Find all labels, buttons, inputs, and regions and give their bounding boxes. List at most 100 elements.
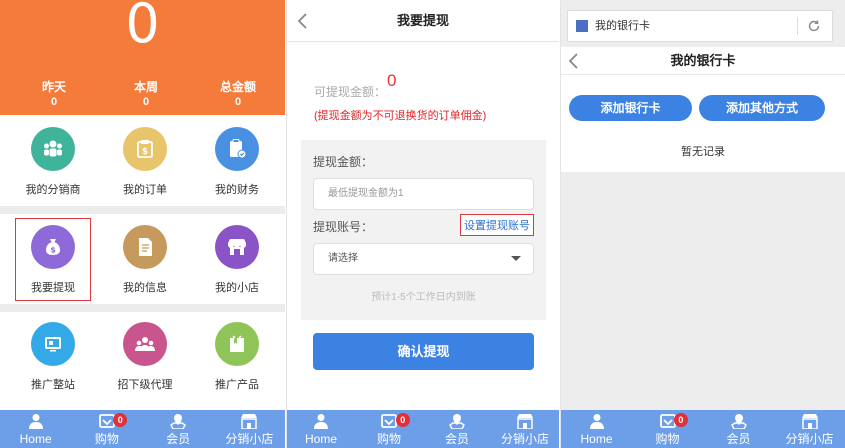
cart-badge: 0 <box>395 413 410 427</box>
menu-label: 我的分销商 <box>25 184 81 196</box>
nav-label: Home <box>580 432 613 446</box>
account-label: 提现账号： <box>313 220 374 234</box>
confirm-withdraw-button[interactable]: 确认提现 <box>313 333 534 370</box>
order-icon: $ <box>123 127 167 171</box>
menu-label: 我的信息 <box>123 282 167 294</box>
bottom-nav: Home 0 购物 会员 分销小店 <box>287 410 559 448</box>
withdraw-panel: 我要提现 可提现金额： 0 (提现金额为不可退换货的订单佣金) 提现金额： 最低… <box>286 0 559 448</box>
nav-member[interactable]: 会员 <box>423 410 491 448</box>
bottom-nav: Home 0 购物 会员 分销小店 <box>0 410 285 448</box>
nav-label: 会员 <box>726 432 751 446</box>
page-title: 我要提现 <box>396 13 449 28</box>
available-label: 可提现金额： <box>314 85 387 99</box>
nav-label: 购物 <box>94 432 119 446</box>
menu-label: 我的小店 <box>215 282 259 294</box>
address-text: 我的银行卡 <box>595 20 650 32</box>
reload-icon[interactable] <box>806 18 822 34</box>
arrival-hint: 预计1-5个工作日内到账 <box>371 292 476 303</box>
gift-icon <box>215 322 259 366</box>
menu-label: 推广产品 <box>215 379 259 391</box>
set-account-link[interactable]: 设置提现账号 <box>460 214 534 236</box>
account-select[interactable]: 请选择 <box>313 243 534 275</box>
nav-member[interactable]: 会员 <box>703 410 774 448</box>
menu-label: 推广整站 <box>31 379 75 391</box>
home-icon <box>28 414 43 429</box>
select-value: 请选择 <box>328 253 358 264</box>
nav-store[interactable]: 分销小店 <box>491 410 559 448</box>
member-icon <box>449 414 465 429</box>
menu-my-info[interactable]: 我的信息 <box>100 225 190 295</box>
nav-shopping[interactable]: 0 购物 <box>355 410 423 448</box>
total-earnings-value: 0 <box>125 0 160 55</box>
amount-label: 提现金额： <box>313 155 374 169</box>
withdraw-form: 提现金额： 最低提现金额为1 提现账号： 设置提现账号 请选择 预计1-5个工作… <box>301 140 546 320</box>
nav-shopping[interactable]: 0 购物 <box>71 410 142 448</box>
home-icon <box>314 414 328 429</box>
store-icon <box>801 414 818 429</box>
menu-promote-products[interactable]: 推广产品 <box>192 322 282 392</box>
distribution-center-panel: 0 昨天 0 本周 0 总金额 0 我的分销商 $ 我的订单 我的财务 $ 我要… <box>0 0 285 448</box>
nav-label: 购物 <box>655 432 680 446</box>
menu-my-orders[interactable]: $ 我的订单 <box>100 127 190 197</box>
member-icon <box>170 414 187 429</box>
page-title: 我的银行卡 <box>670 53 736 68</box>
nav-home[interactable]: Home <box>287 410 355 448</box>
nav-home[interactable]: Home <box>0 410 71 448</box>
menu-my-finance[interactable]: 我的财务 <box>192 127 282 197</box>
cart-badge: 0 <box>673 413 688 427</box>
menu-label: 我的财务 <box>215 184 259 196</box>
stat-total: 总金额 0 <box>198 80 278 109</box>
store-icon <box>241 414 258 429</box>
nav-store[interactable]: 分销小店 <box>774 410 845 448</box>
screen-icon <box>31 322 75 366</box>
highlight-box <box>15 218 91 301</box>
stat-this-week: 本周 0 <box>106 80 186 109</box>
menu-my-shop[interactable]: 我的小店 <box>192 225 282 295</box>
people-icon <box>31 127 75 171</box>
site-icon <box>576 20 588 32</box>
nav-label: 分销小店 <box>225 432 274 446</box>
earnings-header: 0 昨天 0 本周 0 总金额 0 <box>0 0 285 115</box>
stat-label: 总金额 <box>219 80 256 94</box>
nav-label: Home <box>304 432 337 446</box>
stat-value: 0 <box>50 96 58 108</box>
bank-card-content: 我的银行卡 添加银行卡 添加其他方式 暂无记录 <box>561 47 845 172</box>
bottom-nav: Home 0 购物 会员 分销小店 <box>561 410 845 448</box>
menu-label: 我的订单 <box>123 184 167 196</box>
stat-label: 本周 <box>133 80 158 94</box>
bank-card-panel: 我的银行卡 我的银行卡 添加银行卡 添加其他方式 暂无记录 Home 0 购物 … <box>560 0 845 448</box>
withdraw-note: (提现金额为不可退换货的订单佣金) <box>314 110 487 122</box>
document-icon <box>123 225 167 269</box>
add-bank-card-button[interactable]: 添加银行卡 <box>569 95 692 121</box>
menu-label: 招下级代理 <box>117 379 173 391</box>
menu-promote-site[interactable]: 推广整站 <box>8 322 98 392</box>
member-icon <box>730 414 747 429</box>
address-field[interactable]: 我的银行卡 <box>567 10 833 42</box>
svg-text:$: $ <box>142 147 148 157</box>
add-other-method-button[interactable]: 添加其他方式 <box>699 95 825 121</box>
stat-value: 0 <box>142 96 150 108</box>
clipboard-check-icon <box>215 127 259 171</box>
store-icon <box>517 414 533 429</box>
section-divider <box>0 206 285 214</box>
stat-label: 昨天 <box>41 80 66 94</box>
available-value: 0 <box>387 71 397 90</box>
empty-state: 暂无记录 <box>681 146 725 158</box>
nav-label: Home <box>19 432 52 446</box>
menu-my-distributors[interactable]: 我的分销商 <box>8 127 98 197</box>
menu-recruit-agents[interactable]: 招下级代理 <box>100 322 190 392</box>
nav-shopping[interactable]: 0 购物 <box>632 410 703 448</box>
title-bar: 我的银行卡 <box>561 47 845 75</box>
divider <box>797 17 798 35</box>
nav-store[interactable]: 分销小店 <box>214 410 285 448</box>
nav-label: 分销小店 <box>500 432 549 446</box>
nav-label: 会员 <box>166 432 191 446</box>
home-icon <box>589 414 604 429</box>
nav-label: 购物 <box>376 432 401 446</box>
cart-badge: 0 <box>113 413 128 427</box>
nav-home[interactable]: Home <box>561 410 632 448</box>
team-icon <box>123 322 167 366</box>
amount-input[interactable]: 最低提现金额为1 <box>313 178 534 210</box>
nav-label: 分销小店 <box>785 432 834 446</box>
nav-member[interactable]: 会员 <box>143 410 214 448</box>
